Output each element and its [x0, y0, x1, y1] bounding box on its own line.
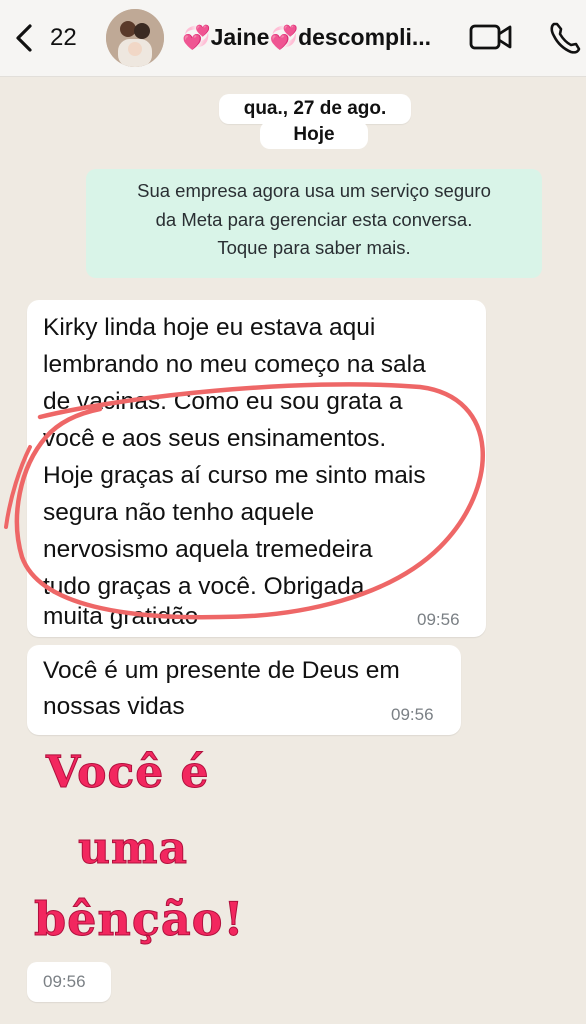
contact-name[interactable]: 💞Jaine💞descompli...	[182, 24, 444, 51]
business-notice[interactable]: Sua empresa agora usa um serviço seguro …	[86, 169, 542, 278]
sticker-text[interactable]: Você é	[46, 747, 210, 799]
chevron-left-icon[interactable]	[10, 20, 40, 56]
sticker-text[interactable]: uma	[77, 823, 188, 875]
notice-line: Sua empresa agora usa um serviço seguro	[137, 180, 491, 201]
sticker-time: 09:56	[43, 972, 86, 991]
avatar[interactable]	[106, 9, 164, 67]
today-separator: Hoje	[260, 121, 368, 149]
message-bubble[interactable]: Você é um presente de Deus em nossas vid…	[27, 645, 461, 735]
message-line: nervosismo aquela tremedeira	[43, 536, 373, 563]
message-line: segura não tenho aquele	[43, 499, 315, 526]
message-line: Hoje graças aí curso me sinto mais	[43, 462, 426, 489]
sticker-time-badge: 09:56	[27, 962, 111, 1002]
message-line: de vacinas. Como eu sou grata a	[43, 388, 403, 415]
date-separator: qua., 27 de ago.	[219, 94, 411, 124]
message-line: nossas vidas	[43, 693, 185, 720]
message-line: tudo graças a você. Obrigada	[43, 573, 365, 600]
message-line: muita gratidão	[43, 603, 199, 630]
unread-count[interactable]: 22	[50, 24, 77, 52]
message-line: você e aos seus ensinamentos.	[43, 425, 387, 452]
chat-header: 22 💞Jaine💞descompli...	[0, 0, 586, 77]
phone-icon[interactable]	[546, 18, 586, 58]
message-time: 09:56	[391, 705, 434, 724]
message-line: Você é um presente de Deus em	[43, 657, 400, 684]
message-time: 09:56	[417, 610, 460, 629]
sticker-text[interactable]: bênção!	[34, 892, 245, 947]
notice-line: da Meta para gerenciar esta conversa.	[155, 208, 473, 230]
chat-area[interactable]: qua., 27 de ago. Hoje Sua empresa agora …	[0, 77, 586, 1024]
message-line: Kirky linda hoje eu estava aqui	[43, 314, 376, 341]
message-line: lembrando no meu começo na sala	[43, 351, 426, 378]
notice-line: Toque para saber mais.	[217, 237, 411, 258]
video-camera-icon[interactable]	[468, 20, 514, 54]
message-bubble[interactable]: Kirky linda hoje eu estava aqui lembrand…	[27, 300, 486, 637]
